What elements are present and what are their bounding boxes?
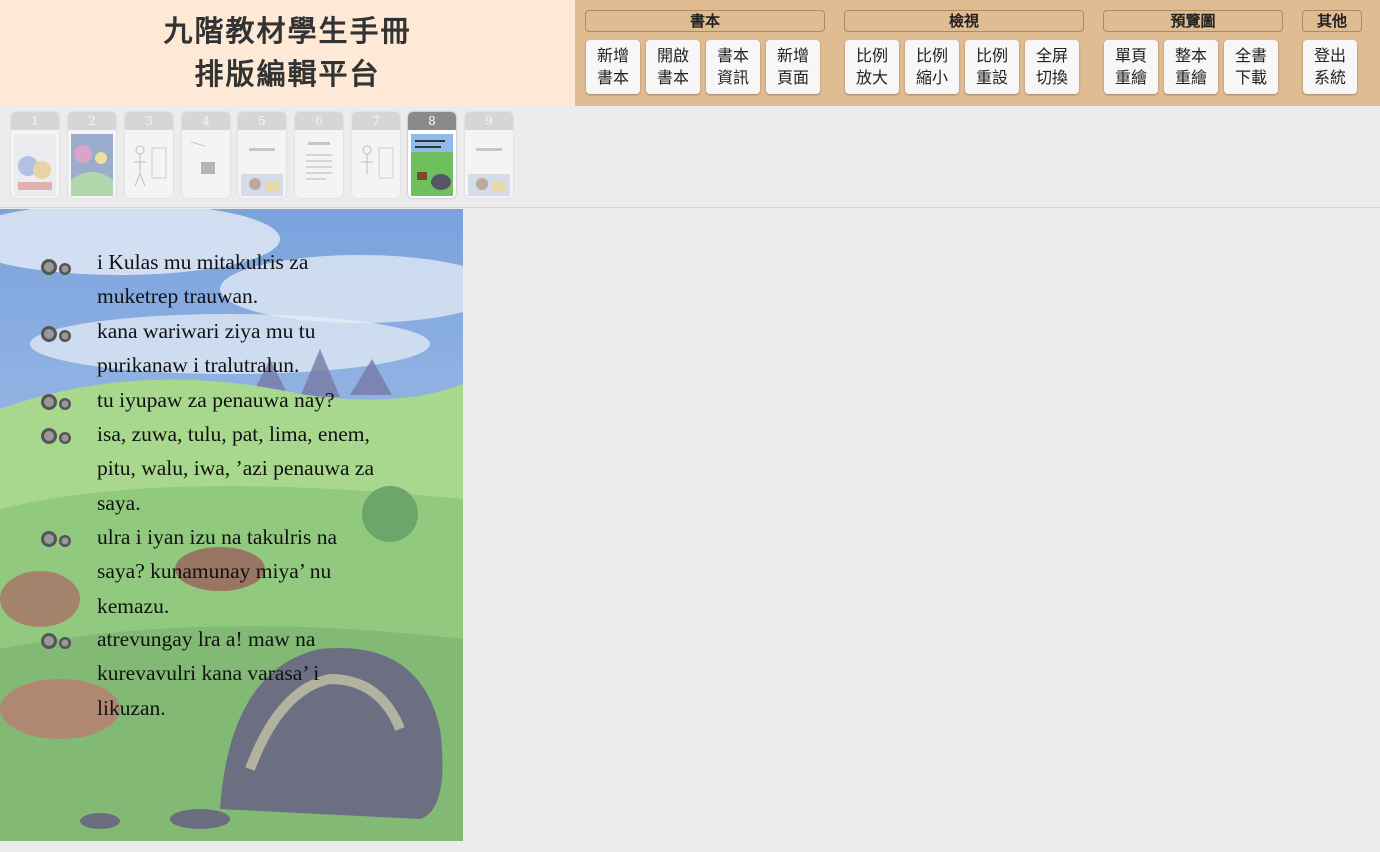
page-thumbnail-3[interactable]: 3 — [125, 112, 173, 198]
thumbnail-sketch — [128, 134, 170, 196]
speaker-heads-icon[interactable] — [40, 391, 76, 413]
redraw-book-button[interactable]: 整本 重繪 — [1164, 40, 1218, 94]
line-text[interactable]: kana wariwari ziya mu tu purikanaw i tra… — [97, 314, 387, 383]
app-title: 九階教材學生手冊 排版編輯平台 — [0, 0, 575, 106]
zoom-reset-button[interactable]: 比例 重設 — [965, 40, 1019, 94]
zoom-out-button[interactable]: 比例 縮小 — [905, 40, 959, 94]
thumbnail-image — [468, 134, 510, 196]
zoom-in-button[interactable]: 比例 放大 — [845, 40, 899, 94]
new-page-button[interactable]: 新增 頁面 — [766, 40, 820, 94]
thumbnail-illustration — [411, 134, 453, 196]
line-text[interactable]: ulra i iyan izu na takulris na saya? kun… — [97, 520, 387, 623]
thumbnail-number: 5 — [238, 112, 286, 130]
line-text[interactable]: atrevungay lra a! maw na kurevavulri kan… — [97, 622, 387, 725]
page-thumbnail-4[interactable]: 4 — [182, 112, 230, 198]
speaker-heads-icon[interactable] — [40, 425, 76, 447]
line-text[interactable]: i Kulas mu mitakulris za muketrep trauwa… — [97, 245, 387, 314]
page-canvas[interactable]: i Kulas mu mitakulris za muketrep trauwa… — [0, 209, 463, 841]
thumbnail-number: 9 — [465, 112, 513, 130]
line-text[interactable]: tu iyupaw za penauwa nay? — [97, 383, 387, 417]
fullscreen-toggle-button[interactable]: 全屏 切換 — [1025, 40, 1079, 94]
page-thumbnail-7[interactable]: 7 — [352, 112, 400, 198]
logout-button[interactable]: 登出 系統 — [1303, 40, 1357, 94]
thumbnail-image — [241, 134, 283, 196]
app-title-line2: 排版編輯平台 — [194, 57, 381, 91]
group-label-book: 書本 — [585, 10, 825, 32]
thumbnail-number: 3 — [125, 112, 173, 130]
new-book-button[interactable]: 新增 書本 — [586, 40, 640, 94]
open-book-button[interactable]: 開啟 書本 — [646, 40, 700, 94]
download-book-button[interactable]: 全書 下載 — [1224, 40, 1278, 94]
page-thumbnail-2[interactable]: 2 — [68, 112, 116, 198]
app-title-line1: 九階教材學生手冊 — [163, 14, 412, 48]
speaker-heads-icon[interactable] — [40, 630, 76, 652]
group-label-preview: 預覽圖 — [1103, 10, 1283, 32]
redraw-page-button[interactable]: 單頁 重繪 — [1104, 40, 1158, 94]
thumbnail-number: 2 — [68, 112, 116, 130]
thumbnail-illustration — [71, 134, 113, 196]
toolbar: 書本 新增 書本 開啟 書本 書本 資訊 新增 頁面 檢視 比例 放大 比例 縮… — [575, 0, 1380, 106]
thumbnail-sketch — [355, 134, 397, 196]
group-label-other: 其他 — [1302, 10, 1362, 32]
book-info-button[interactable]: 書本 資訊 — [706, 40, 760, 94]
page-thumbnail-1[interactable]: 1 — [11, 112, 59, 198]
thumbnail-number: 8 — [408, 112, 456, 130]
page-thumbnail-8[interactable]: 8 — [408, 112, 456, 198]
page-thumbnail-strip: 1 2 3 4 5 6 7 8 9 — [0, 106, 1380, 208]
thumbnail-cover-image — [14, 134, 56, 196]
thumbnail-number: 1 — [11, 112, 59, 130]
page-thumbnail-6[interactable]: 6 — [295, 112, 343, 198]
thumbnail-number: 4 — [182, 112, 230, 130]
thumbnail-number: 7 — [352, 112, 400, 130]
group-label-view: 檢視 — [844, 10, 1084, 32]
page-thumbnail-9[interactable]: 9 — [465, 112, 513, 198]
thumbnail-number: 6 — [295, 112, 343, 130]
thumbnail-text-page — [298, 134, 340, 196]
header: 九階教材學生手冊 排版編輯平台 書本 新增 書本 開啟 書本 書本 資訊 新增 … — [0, 0, 1380, 106]
thumbnail-sketch — [185, 134, 227, 196]
speaker-heads-icon[interactable] — [40, 256, 76, 278]
speaker-heads-icon[interactable] — [40, 323, 76, 345]
line-text[interactable]: isa, zuwa, tulu, pat, lima, enem, pitu, … — [97, 417, 387, 520]
speaker-heads-icon[interactable] — [40, 528, 76, 550]
page-thumbnail-5[interactable]: 5 — [238, 112, 286, 198]
